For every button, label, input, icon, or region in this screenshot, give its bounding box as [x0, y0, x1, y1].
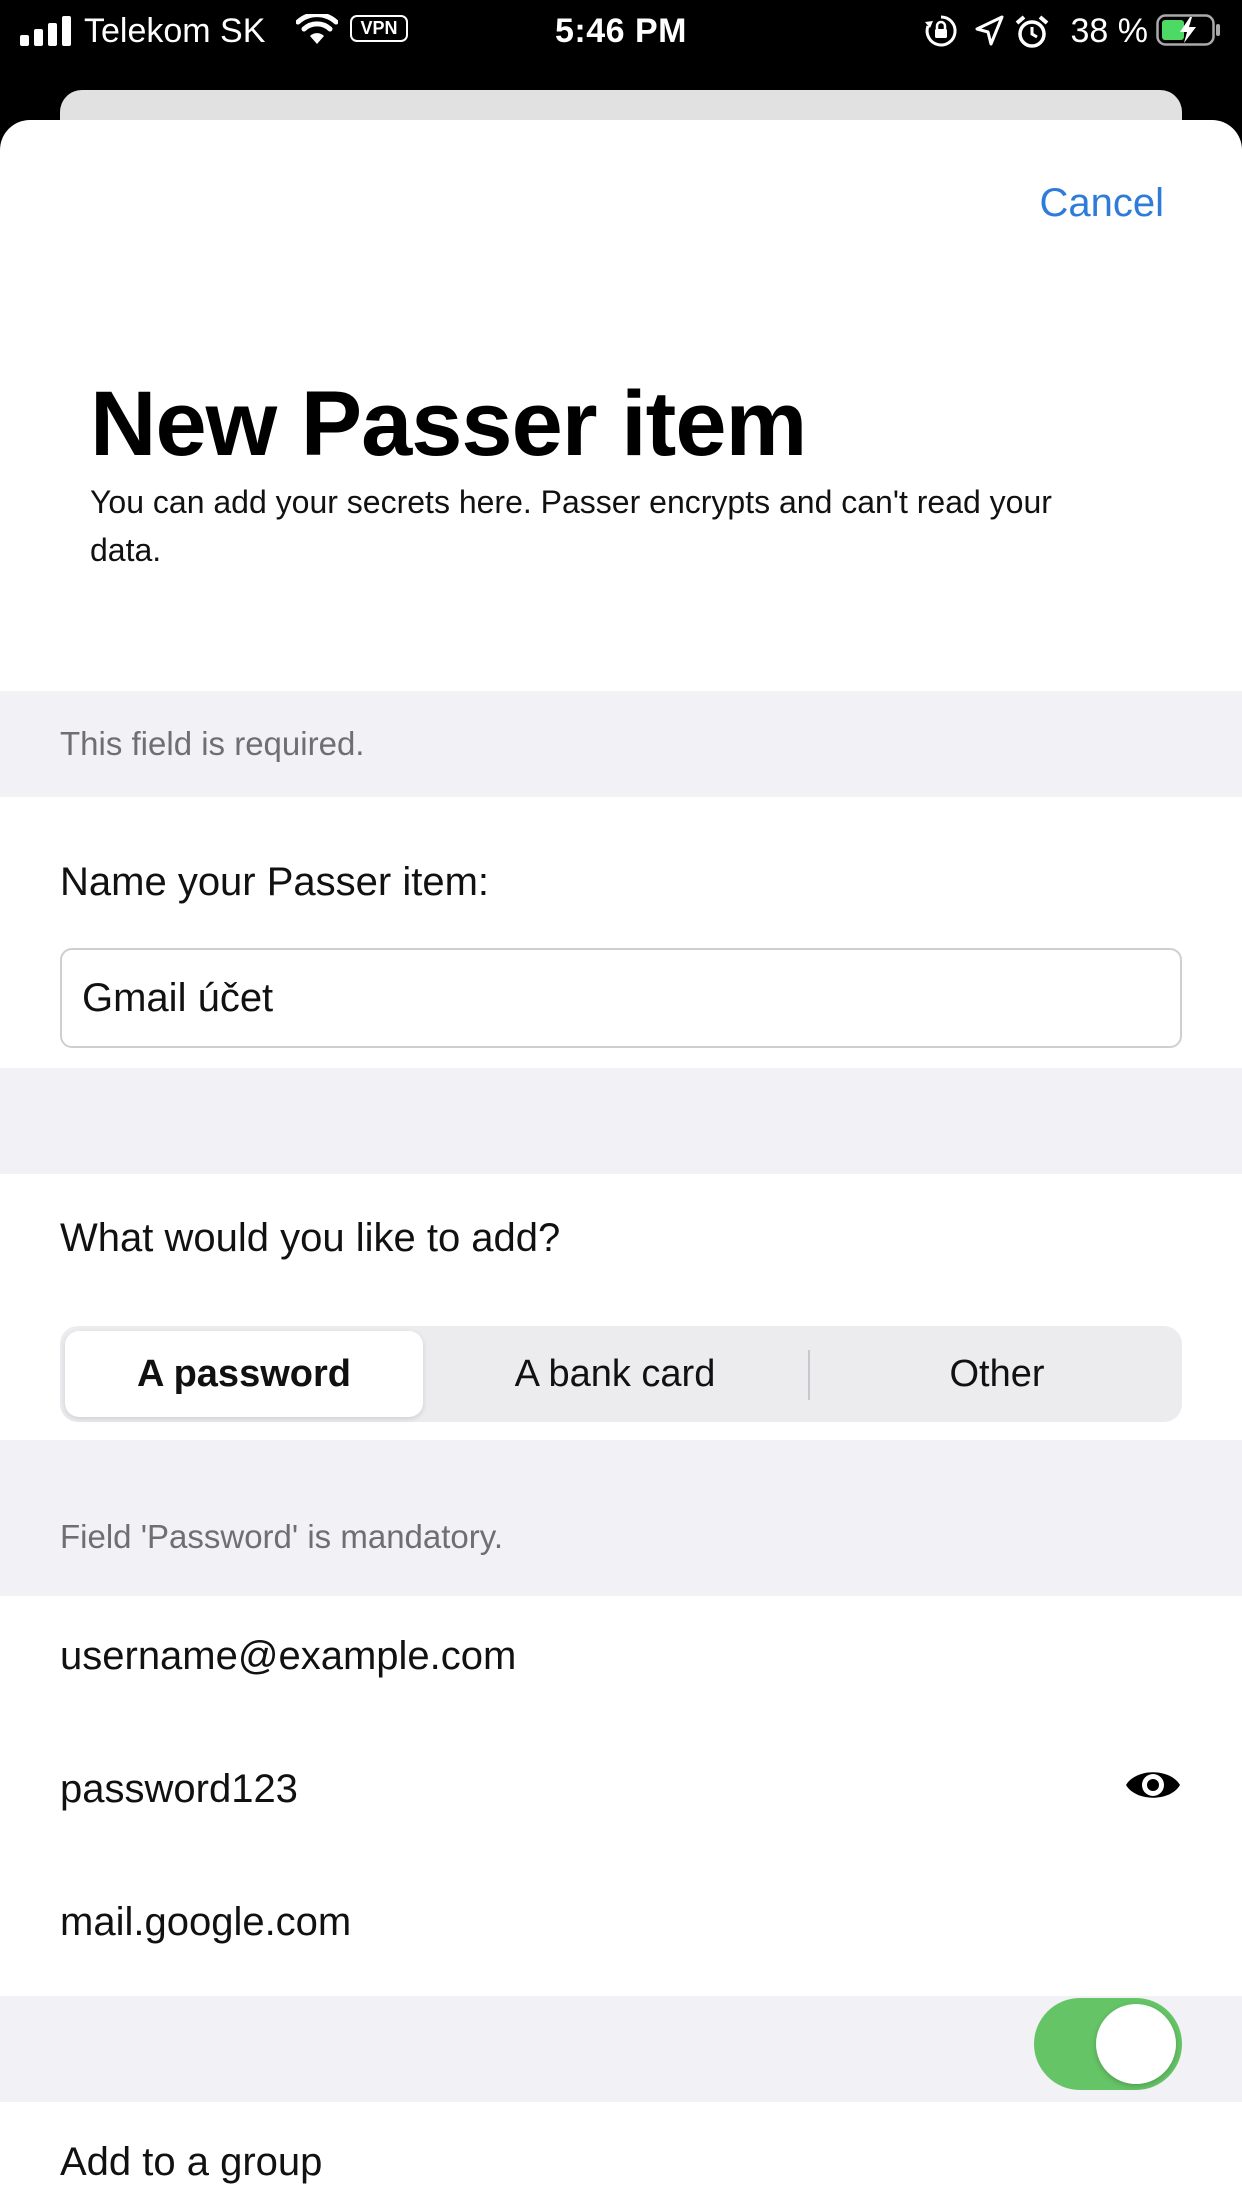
battery-charging-icon	[1156, 14, 1220, 46]
username-field[interactable]: username@example.com	[60, 1632, 516, 1680]
segment-password[interactable]: A password	[65, 1331, 423, 1417]
password-mandatory-note: Field 'Password' is mandatory.	[60, 1518, 503, 1555]
segment-bank-card[interactable]: A bank card	[430, 1331, 800, 1417]
clock: 5:46 PM	[555, 12, 687, 50]
alarm-icon	[1015, 15, 1049, 48]
credentials-section-header: Field 'Password' is mandatory.	[0, 1440, 1242, 1596]
add-to-group-toggle[interactable]	[1034, 1998, 1182, 2090]
battery-percentage: 38 %	[1070, 12, 1149, 50]
item-name-input[interactable]	[60, 948, 1182, 1048]
show-password-eye-icon[interactable]	[1124, 1765, 1182, 1805]
website-field[interactable]: mail.google.com	[60, 1898, 351, 1946]
item-name-label: Name your Passer item:	[60, 860, 490, 904]
segment-other[interactable]: Other	[816, 1331, 1178, 1417]
new-item-sheet: Cancel New Passer item You can add your …	[0, 120, 1242, 2208]
page-subtitle: You can add your secrets here. Passer en…	[90, 484, 1052, 568]
segment-divider	[808, 1350, 810, 1400]
item-type-segmented-control: A password A bank card Other	[60, 1326, 1182, 1422]
toggle-knob	[1096, 2004, 1176, 2084]
name-section-header: This field is required.	[0, 691, 1242, 797]
cancel-button[interactable]: Cancel	[1039, 178, 1164, 228]
page-title: New Passer item	[90, 373, 807, 475]
location-arrow-icon	[975, 15, 1004, 46]
password-field[interactable]: password123	[60, 1765, 298, 1813]
rotation-lock-icon	[925, 15, 957, 47]
section-spacer	[0, 1068, 1242, 1174]
required-field-note: This field is required.	[60, 725, 365, 762]
item-type-label: What would you like to add?	[60, 1216, 561, 1260]
add-to-group-label: Add to a group	[60, 2140, 323, 2184]
status-bar: Telekom SK VPN 5:46 PM 38 %	[0, 0, 1242, 62]
